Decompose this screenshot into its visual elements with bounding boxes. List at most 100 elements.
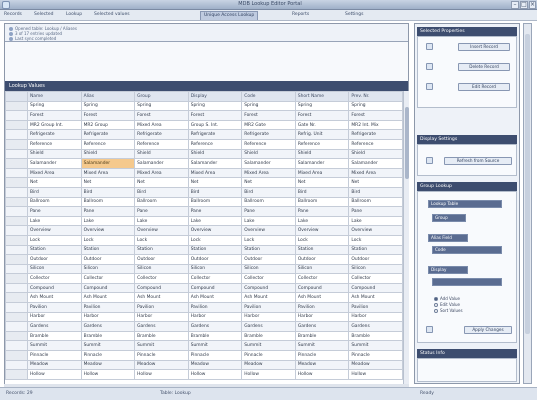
table-cell[interactable]: Ash Mount: [27, 292, 82, 304]
table-cell[interactable]: Gardens: [134, 321, 189, 332]
table-cell[interactable]: Collector: [294, 273, 350, 284]
table-cell[interactable]: MR2 Gate: [241, 119, 296, 131]
table-cell[interactable]: Reference: [241, 138, 296, 150]
display-field[interactable]: [432, 278, 502, 286]
table-cell[interactable]: Spring: [294, 100, 350, 112]
table-row[interactable]: Spring Spring Spring Spring Spring Spring Spri…: [5, 100, 403, 112]
table-cell[interactable]: Gate Nr.: [294, 119, 350, 131]
table-cell[interactable]: Pavilion: [134, 302, 189, 313]
table-cell[interactable]: Hollow: [294, 369, 350, 380]
table-cell[interactable]: Reference: [348, 138, 403, 150]
table-cell[interactable]: Refrigerate: [241, 129, 296, 140]
row-number[interactable]: [5, 148, 28, 160]
table-cell[interactable]: Harbor: [134, 311, 189, 323]
toolbar-item-selected[interactable]: Selected: [34, 12, 54, 19]
table-cell[interactable]: Pane: [348, 206, 403, 217]
table-cell[interactable]: Pane: [134, 206, 189, 217]
row-number[interactable]: [5, 340, 28, 352]
code-field[interactable]: Code: [432, 246, 502, 254]
row-number[interactable]: [5, 138, 28, 150]
table-cell[interactable]: Lock: [348, 234, 403, 246]
table-cell[interactable]: Bird: [294, 186, 350, 198]
row-number[interactable]: [5, 369, 28, 380]
column-header[interactable]: Short Name: [294, 91, 350, 102]
lookup-table-field[interactable]: Lookup Table: [428, 200, 502, 208]
scroll-thumb[interactable]: [525, 34, 530, 334]
table-cell[interactable]: Lock: [134, 234, 189, 246]
table-cell[interactable]: Meadow: [348, 359, 403, 371]
table-cell[interactable]: Net: [241, 177, 296, 188]
table-cell[interactable]: Meadow: [134, 359, 189, 371]
table-cell[interactable]: Overview: [348, 225, 403, 236]
row-number[interactable]: [5, 292, 28, 304]
row-number[interactable]: [5, 167, 28, 179]
table-cell[interactable]: Salamander: [348, 158, 403, 169]
table-cell[interactable]: Station: [294, 244, 350, 256]
row-number[interactable]: [5, 311, 28, 323]
table-cell[interactable]: Gardens: [294, 321, 350, 332]
table-cell[interactable]: Net: [294, 177, 350, 188]
table-cell[interactable]: Outdoor: [80, 254, 136, 265]
table-row[interactable]: Summit Summit Summit Summit Summit Summit Summ…: [5, 340, 403, 352]
table-cell[interactable]: Summit: [294, 340, 350, 352]
row-number[interactable]: [5, 263, 28, 275]
table-cell[interactable]: Pinnacle: [27, 350, 82, 361]
table-cell[interactable]: Silicon: [27, 263, 82, 275]
table-row[interactable]: Silicon Silicon Silicon Silicon Silicon Silic…: [5, 263, 403, 275]
table-cell[interactable]: Mixed Area: [294, 167, 350, 179]
table-cell[interactable]: Pane: [294, 206, 350, 217]
table-cell[interactable]: Refrigerate: [27, 129, 82, 140]
table-row[interactable]: Bramble Bramble Bramble Bramble Bramble Bramb…: [5, 330, 403, 342]
table-cell[interactable]: Lake: [294, 215, 350, 227]
table-cell[interactable]: Summit: [80, 340, 136, 352]
table-cell[interactable]: Compound: [27, 282, 82, 294]
table-cell[interactable]: Silicon: [134, 263, 189, 275]
table-cell[interactable]: Outdoor: [134, 254, 189, 265]
table-cell[interactable]: Meadow: [294, 359, 350, 371]
table-row[interactable]: Forest Forest Forest Forest Forest Forest Fore…: [5, 110, 403, 121]
table-cell[interactable]: Lock: [294, 234, 350, 246]
table-cell[interactable]: Mixed Area: [187, 167, 243, 179]
table-cell[interactable]: Net: [80, 177, 136, 188]
table-cell[interactable]: Lock: [27, 234, 82, 246]
table-cell[interactable]: Salamander: [187, 158, 243, 169]
table-cell[interactable]: Mixed Area: [134, 119, 189, 131]
toolbar-item-reports[interactable]: Reports: [292, 12, 309, 19]
table-cell[interactable]: Pinnacle: [241, 350, 296, 361]
data-grid[interactable]: Name Alias Group Display Code Short Name…: [5, 91, 403, 384]
table-cell[interactable]: Bird: [27, 186, 82, 198]
table-cell[interactable]: Compound: [187, 282, 243, 294]
radio-sort-values[interactable]: Sort Values: [434, 308, 463, 313]
row-number[interactable]: [5, 110, 28, 121]
table-cell[interactable]: Shield: [80, 148, 136, 160]
row-number[interactable]: [5, 321, 28, 332]
row-number[interactable]: [5, 282, 28, 294]
table-cell[interactable]: Spring: [27, 100, 82, 112]
table-cell[interactable]: Silicon: [348, 263, 403, 275]
insert-record-button[interactable]: Insert Record: [458, 43, 510, 51]
row-number[interactable]: [5, 244, 28, 256]
table-cell[interactable]: Forest: [241, 110, 296, 121]
table-cell[interactable]: Net: [348, 177, 403, 188]
table-cell[interactable]: Gardens: [80, 321, 136, 332]
row-number[interactable]: [5, 119, 28, 131]
toolbar-item-lookup[interactable]: Lookup: [66, 12, 82, 19]
table-cell[interactable]: Shield: [241, 148, 296, 160]
table-cell[interactable]: Ballroom: [27, 196, 82, 208]
table-row[interactable]: Mixed Area Mixed Area Mixed Area Mixed Area…: [5, 167, 403, 179]
table-cell[interactable]: Reference: [27, 138, 82, 150]
row-number[interactable]: [5, 186, 28, 198]
table-cell[interactable]: Bramble: [80, 330, 136, 342]
row-number[interactable]: [5, 350, 28, 361]
table-cell[interactable]: Harbor: [294, 311, 350, 323]
table-cell[interactable]: Collector: [187, 273, 243, 284]
table-cell[interactable]: Bird: [348, 186, 403, 198]
table-cell[interactable]: Ballroom: [241, 196, 296, 208]
table-cell[interactable]: Meadow: [187, 359, 243, 371]
table-cell[interactable]: Salamander: [27, 158, 82, 169]
table-cell[interactable]: Collector: [80, 273, 136, 284]
table-cell[interactable]: Collector: [241, 273, 296, 284]
table-cell[interactable]: Harbor: [80, 311, 136, 323]
minimize-button[interactable]: –: [511, 1, 519, 9]
table-cell[interactable]: Net: [27, 177, 82, 188]
